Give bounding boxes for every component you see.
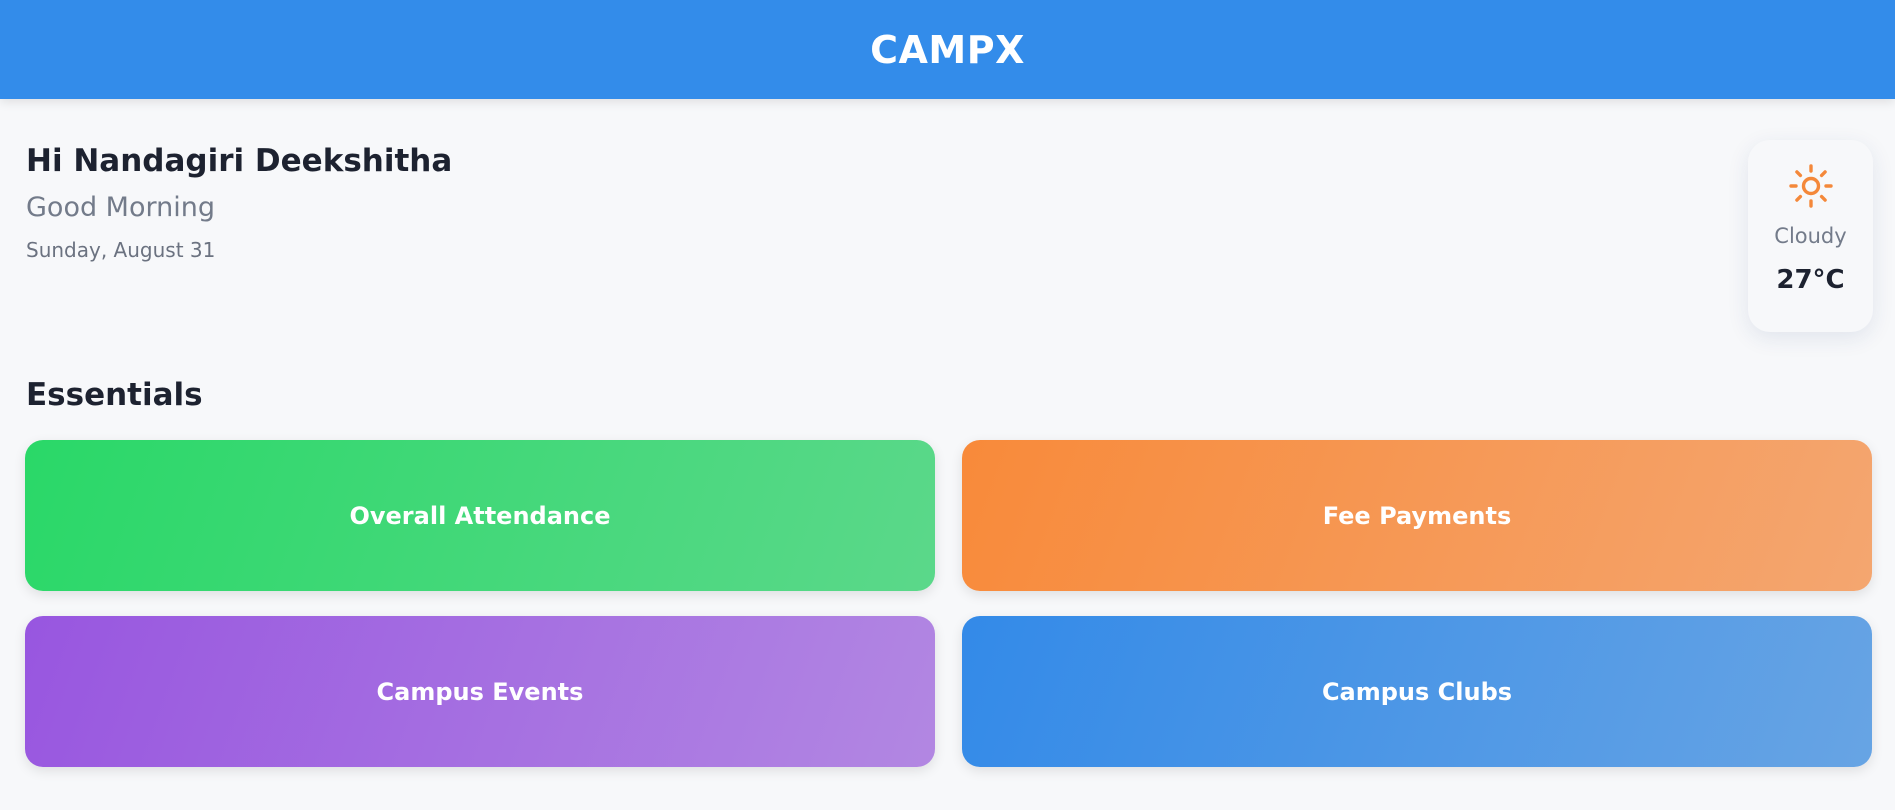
greeting-name: Hi Nandagiri Deekshitha <box>26 143 453 179</box>
campus-events-tile[interactable]: Campus Events <box>25 616 935 767</box>
greeting-time-of-day: Good Morning <box>26 192 215 223</box>
app-title: CAMPX <box>870 27 1025 72</box>
tile-label: Overall Attendance <box>349 501 611 530</box>
tile-label: Campus Clubs <box>1321 677 1513 706</box>
tile-label: Fee Payments <box>1322 501 1512 530</box>
fee-payments-tile[interactable]: Fee Payments <box>962 440 1872 591</box>
current-date: Sunday, August 31 <box>26 238 216 262</box>
campus-clubs-tile[interactable]: Campus Clubs <box>962 616 1872 767</box>
weather-condition: Cloudy <box>1774 224 1847 248</box>
overall-attendance-tile[interactable]: Overall Attendance <box>25 440 935 591</box>
sun-icon <box>1788 164 1833 208</box>
app-header: CAMPX <box>0 0 1895 99</box>
weather-temperature: 27°C <box>1776 265 1845 295</box>
essentials-heading: Essentials <box>26 377 203 413</box>
weather-card: Cloudy 27°C <box>1748 140 1873 332</box>
greeting-section: Hi Nandagiri Deekshitha Good Morning Sun… <box>26 140 452 264</box>
tile-label: Campus Events <box>376 677 584 706</box>
